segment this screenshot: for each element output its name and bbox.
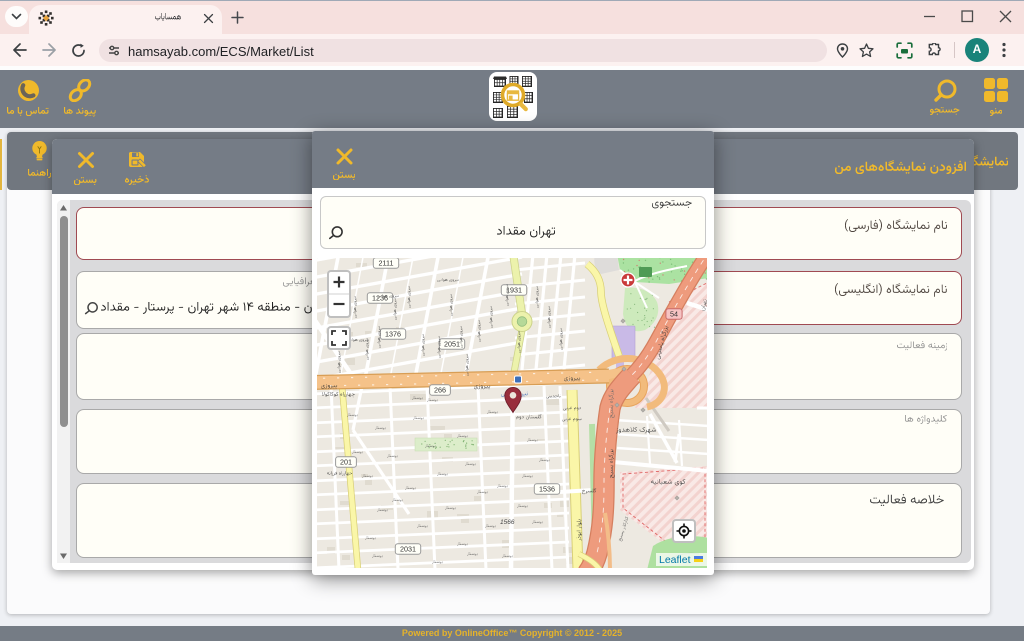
svg-text:1566: 1566 [500, 519, 515, 526]
svg-text:54: 54 [670, 310, 678, 319]
svg-text:2031: 2031 [400, 545, 416, 554]
svg-text:201: 201 [340, 458, 352, 467]
svg-text:1376: 1376 [385, 330, 401, 339]
svg-text:1536: 1536 [539, 485, 555, 494]
svg-text:1236: 1236 [372, 294, 388, 303]
svg-text:2111: 2111 [379, 259, 394, 268]
svg-text:266: 266 [434, 386, 446, 395]
svg-text:2051: 2051 [444, 340, 460, 349]
